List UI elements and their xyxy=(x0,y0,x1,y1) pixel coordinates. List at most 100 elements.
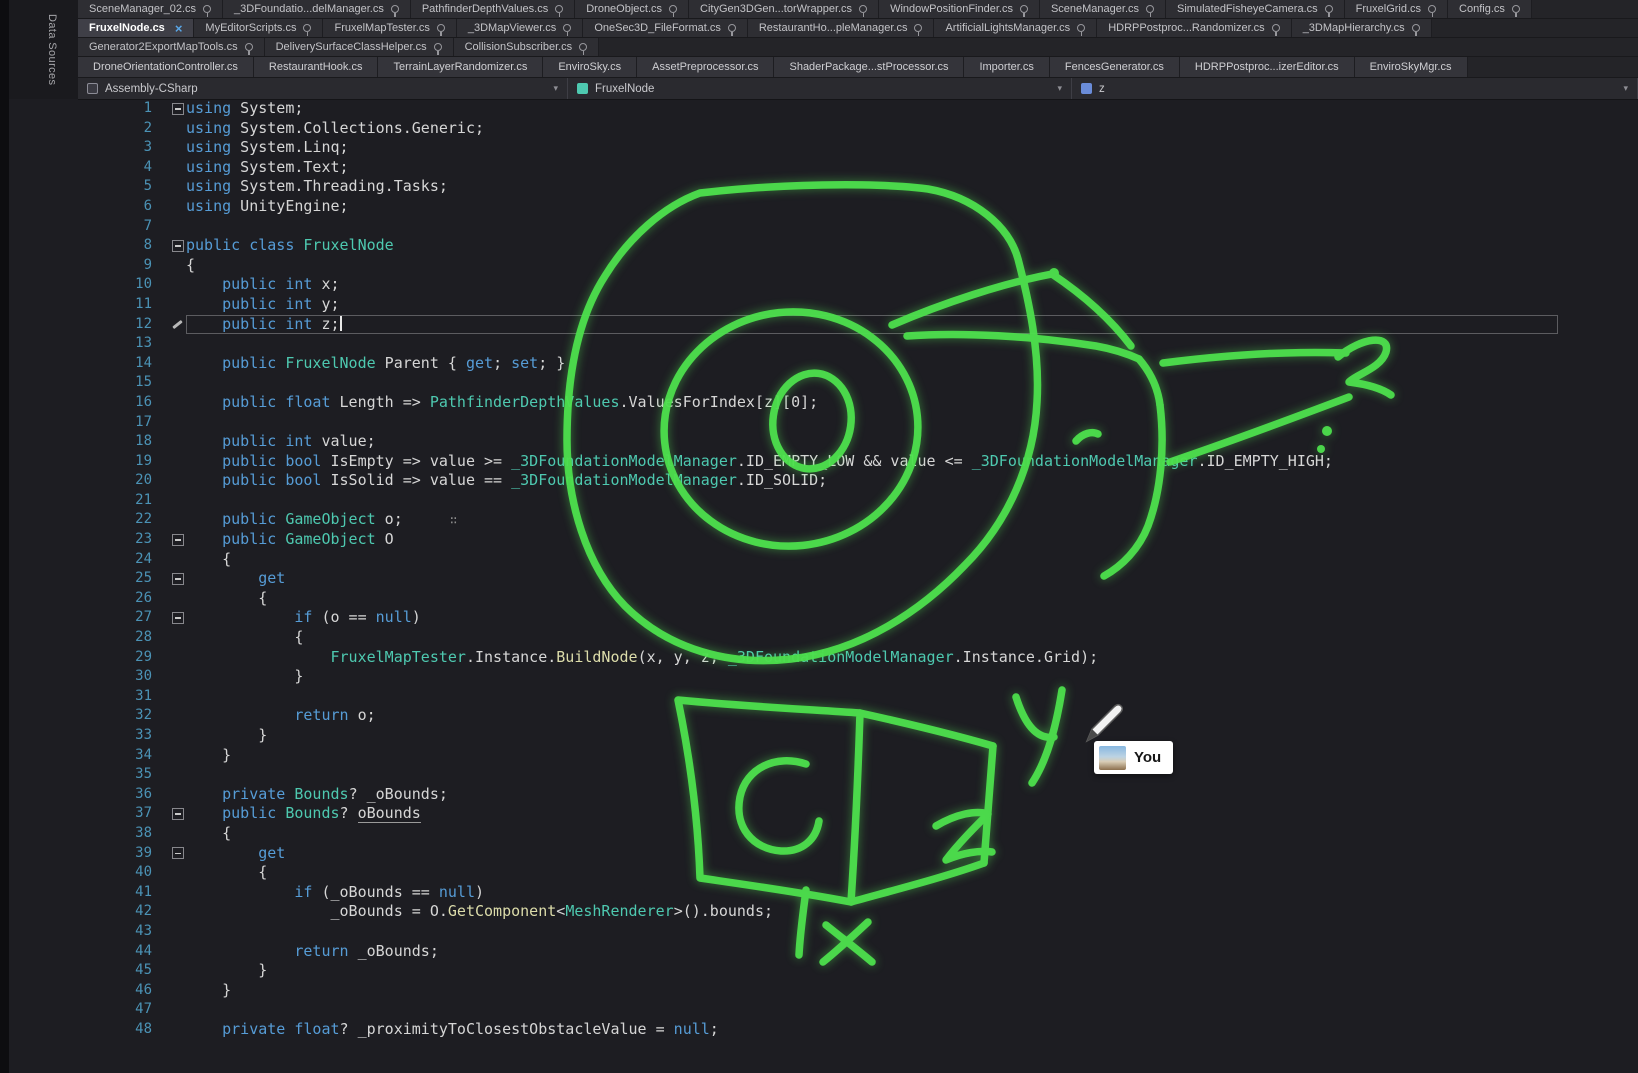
tab-hdrppostproc-izereditor-cs[interactable]: HDRPPostproc...izerEditor.cs xyxy=(1180,57,1355,77)
tab-restaurantho-plemanager-cs[interactable]: RestaurantHo...pleManager.cs xyxy=(748,19,935,37)
code-line-6[interactable]: 6using UnityEngine; xyxy=(0,197,1638,217)
code-editor[interactable]: 1using System;2using System.Collections.… xyxy=(0,99,1638,1073)
tab-deliverysurfaceclasshelper-cs[interactable]: DeliverySurfaceClassHelper.cs xyxy=(265,38,454,56)
pin-icon[interactable] xyxy=(434,43,442,51)
tab-fencesgenerator-cs[interactable]: FencesGenerator.cs xyxy=(1050,57,1180,77)
code-line-11[interactable]: 11 public int y; xyxy=(0,295,1638,315)
pin-icon[interactable] xyxy=(1428,5,1436,13)
close-icon[interactable]: × xyxy=(175,22,183,35)
project-dropdown[interactable]: Assembly-CSharp ▾ xyxy=(78,78,568,99)
tab-windowpositionfinder-cs[interactable]: WindowPositionFinder.cs xyxy=(879,0,1040,18)
code-line-40[interactable]: 40 { xyxy=(0,863,1638,883)
pin-icon[interactable] xyxy=(1412,24,1420,32)
code-line-28[interactable]: 28 { xyxy=(0,628,1638,648)
pin-icon[interactable] xyxy=(1077,24,1085,32)
collapse-icon[interactable] xyxy=(172,573,184,585)
tab-citygen3dgen-torwrapper-cs[interactable]: CityGen3DGen...torWrapper.cs xyxy=(689,0,879,18)
code-line-44[interactable]: 44 return _oBounds; xyxy=(0,942,1638,962)
pin-icon[interactable] xyxy=(1272,24,1280,32)
code-line-4[interactable]: 4using System.Text; xyxy=(0,158,1638,178)
pin-icon[interactable] xyxy=(1325,5,1333,13)
tab--3dmapviewer-cs[interactable]: _3DMapViewer.cs xyxy=(457,19,583,37)
pin-icon[interactable] xyxy=(303,24,311,32)
code-line-45[interactable]: 45 } xyxy=(0,961,1638,981)
code-line-46[interactable]: 46 } xyxy=(0,981,1638,1001)
tab-hdrppostproc-randomizer-cs[interactable]: HDRPPostproc...Randomizer.cs xyxy=(1097,19,1292,37)
pin-icon[interactable] xyxy=(859,5,867,13)
code-line-38[interactable]: 38 { xyxy=(0,824,1638,844)
pin-icon[interactable] xyxy=(437,24,445,32)
tab-terrainlayerrandomizer-cs[interactable]: TerrainLayerRandomizer.cs xyxy=(378,57,543,77)
code-line-3[interactable]: 3using System.Linq; xyxy=(0,138,1638,158)
code-line-1[interactable]: 1using System; xyxy=(0,99,1638,119)
code-line-7[interactable]: 7 xyxy=(0,217,1638,237)
tab-artificiallightsmanager-cs[interactable]: ArtificialLightsManager.cs xyxy=(934,19,1097,37)
pin-icon[interactable] xyxy=(563,24,571,32)
code-line-24[interactable]: 24 { xyxy=(0,550,1638,570)
tab-droneorientationcontroller-cs[interactable]: DroneOrientationController.cs xyxy=(78,57,254,77)
tab-restauranthook-cs[interactable]: RestaurantHook.cs xyxy=(254,57,379,77)
data-sources-tab[interactable]: Data Sources xyxy=(46,14,58,85)
code-line-37[interactable]: 37 public Bounds? oBounds xyxy=(0,804,1638,824)
member-dropdown[interactable]: z ▾ xyxy=(1072,78,1638,99)
pin-icon[interactable] xyxy=(1020,5,1028,13)
pin-icon[interactable] xyxy=(728,24,736,32)
code-line-33[interactable]: 33 } xyxy=(0,726,1638,746)
code-line-14[interactable]: 14 public FruxelNode Parent { get; set; … xyxy=(0,354,1638,374)
code-line-13[interactable]: 13 xyxy=(0,334,1638,354)
pin-icon[interactable] xyxy=(669,5,677,13)
tab-droneobject-cs[interactable]: DroneObject.cs xyxy=(575,0,689,18)
tab-config-cs[interactable]: Config.cs xyxy=(1448,0,1532,18)
tab-fruxelmaptester-cs[interactable]: FruxelMapTester.cs xyxy=(323,19,456,37)
collapse-icon[interactable] xyxy=(172,612,184,624)
code-line-22[interactable]: 22 public GameObject o; xyxy=(0,510,1638,530)
code-line-32[interactable]: 32 return o; xyxy=(0,706,1638,726)
code-line-2[interactable]: 2using System.Collections.Generic; xyxy=(0,119,1638,139)
tab-fruxelgrid-cs[interactable]: FruxelGrid.cs xyxy=(1345,0,1448,18)
code-line-18[interactable]: 18 public int value; xyxy=(0,432,1638,452)
code-line-30[interactable]: 30 } xyxy=(0,667,1638,687)
tab-shaderpackage-stprocessor-cs[interactable]: ShaderPackage...stProcessor.cs xyxy=(774,57,964,77)
code-line-19[interactable]: 19 public bool IsEmpty => value >= _3DFo… xyxy=(0,452,1638,472)
code-line-23[interactable]: 23 public GameObject O xyxy=(0,530,1638,550)
pin-icon[interactable] xyxy=(579,43,587,51)
code-line-31[interactable]: 31 xyxy=(0,687,1638,707)
tab--3dmaphierarchy-cs[interactable]: _3DMapHierarchy.cs xyxy=(1292,19,1432,37)
pin-icon[interactable] xyxy=(203,5,211,13)
code-line-36[interactable]: 36 private Bounds? _oBounds; xyxy=(0,785,1638,805)
code-line-47[interactable]: 47 xyxy=(0,1000,1638,1020)
code-line-10[interactable]: 10 public int x; xyxy=(0,275,1638,295)
code-line-20[interactable]: 20 public bool IsSolid => value == _3DFo… xyxy=(0,471,1638,491)
code-line-34[interactable]: 34 } xyxy=(0,746,1638,766)
code-line-25[interactable]: 25 get xyxy=(0,569,1638,589)
tab-collisionsubscriber-cs[interactable]: CollisionSubscriber.cs xyxy=(454,38,600,56)
code-line-9[interactable]: 9{ xyxy=(0,256,1638,276)
code-line-39[interactable]: 39 get xyxy=(0,844,1638,864)
tab-fruxelnode-cs[interactable]: FruxelNode.cs× xyxy=(78,19,194,37)
tab-pathfinderdepthvalues-cs[interactable]: PathfinderDepthValues.cs xyxy=(411,0,575,18)
code-line-16[interactable]: 16 public float Length => PathfinderDept… xyxy=(0,393,1638,413)
code-line-17[interactable]: 17 xyxy=(0,413,1638,433)
tab--3dfoundatio-delmanager-cs[interactable]: _3DFoundatio...delManager.cs xyxy=(223,0,411,18)
code-line-8[interactable]: 8public class FruxelNode xyxy=(0,236,1638,256)
collapse-icon[interactable] xyxy=(172,847,184,859)
tab-enviroskymgr-cs[interactable]: EnviroSkyMgr.cs xyxy=(1355,57,1468,77)
tab-scenemanager-02-cs[interactable]: SceneManager_02.cs xyxy=(78,0,223,18)
collapse-icon[interactable] xyxy=(172,534,184,546)
tab-importer-cs[interactable]: Importer.cs xyxy=(964,57,1049,77)
tab-envirosky-cs[interactable]: EnviroSky.cs xyxy=(543,57,637,77)
pin-icon[interactable] xyxy=(391,5,399,13)
collapse-icon[interactable] xyxy=(172,240,184,252)
code-line-5[interactable]: 5using System.Threading.Tasks; xyxy=(0,177,1638,197)
collapse-icon[interactable] xyxy=(172,808,184,820)
pin-icon[interactable] xyxy=(1146,5,1154,13)
tab-myeditorscripts-cs[interactable]: MyEditorScripts.cs xyxy=(194,19,323,37)
collapse-icon[interactable] xyxy=(172,103,184,115)
pin-icon[interactable] xyxy=(245,43,253,51)
code-line-42[interactable]: 42 _oBounds = O.GetComponent<MeshRendere… xyxy=(0,902,1638,922)
code-line-27[interactable]: 27 if (o == null) xyxy=(0,608,1638,628)
code-line-12[interactable]: 12 public int z; xyxy=(0,315,1638,335)
pin-icon[interactable] xyxy=(1512,5,1520,13)
pin-icon[interactable] xyxy=(555,5,563,13)
tab-generator2exportmaptools-cs[interactable]: Generator2ExportMapTools.cs xyxy=(78,38,265,56)
